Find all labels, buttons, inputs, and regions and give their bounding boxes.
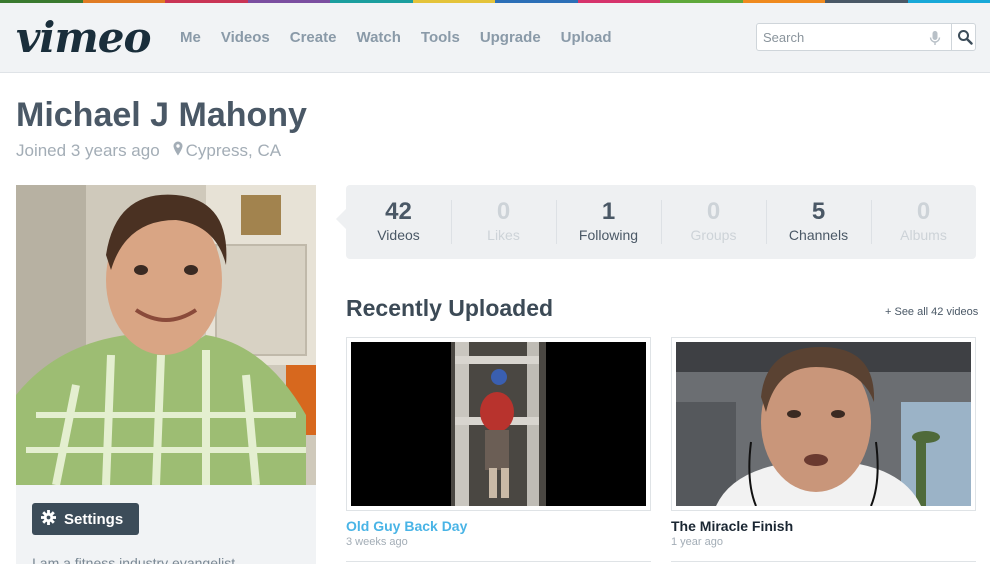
nav-item-watch[interactable]: Watch	[356, 27, 400, 49]
video-title[interactable]: Old Guy Back Day	[346, 517, 651, 535]
stat-label: Albums	[900, 227, 947, 243]
stat-label: Likes	[487, 227, 520, 243]
video-date: 1 year ago	[671, 536, 723, 548]
search-input[interactable]	[763, 28, 923, 46]
settings-button[interactable]: Settings	[32, 503, 139, 535]
main-nav: Me Videos Create Watch Tools Upgrade Upl…	[170, 27, 622, 49]
video-thumbnail-frame[interactable]	[346, 337, 651, 511]
stat-albums: 0 Albums	[871, 185, 976, 259]
stat-following[interactable]: 1 Following	[556, 185, 661, 259]
search-button[interactable]	[951, 24, 976, 50]
video-thumbnail-frame[interactable]	[671, 337, 976, 511]
video-date: 3 weeks ago	[346, 536, 408, 548]
stat-count: 0	[496, 198, 511, 225]
gear-icon	[41, 509, 56, 529]
video-thumbnail[interactable]	[351, 342, 646, 506]
stat-groups: 0 Groups	[661, 185, 766, 259]
stat-count: 42	[385, 198, 412, 225]
profile-bio: I am a fitness industry evangelist	[32, 555, 236, 564]
avatar[interactable]	[16, 185, 316, 485]
video-card[interactable]: The Miracle Finish 1 year ago	[671, 337, 976, 549]
magnifier-icon	[958, 30, 973, 45]
stat-likes: 0 Likes	[451, 185, 556, 259]
nav-item-upload[interactable]: Upload	[561, 27, 612, 49]
stat-count: 1	[601, 198, 616, 225]
stat-label: Channels	[788, 227, 849, 243]
joined-text: Joined 3 years ago	[16, 141, 160, 160]
location-pin-icon	[173, 140, 183, 162]
video-title[interactable]: The Miracle Finish	[671, 517, 976, 535]
see-all-videos-link[interactable]: + See all 42 videos	[885, 305, 978, 319]
stat-channels[interactable]: 5 Channels	[766, 185, 871, 259]
stat-count: 0	[706, 198, 721, 225]
nav-item-create[interactable]: Create	[290, 27, 337, 49]
profile-sidebar-panel: Settings I am a fitness industry evangel…	[16, 485, 316, 564]
stat-label: Groups	[690, 227, 737, 243]
search-box	[756, 23, 976, 51]
nav-item-me[interactable]: Me	[180, 27, 201, 49]
top-navigation-bar: vimeo Me Videos Create Watch Tools Upgra…	[0, 3, 990, 73]
stat-count: 5	[811, 198, 826, 225]
video-card[interactable]: Old Guy Back Day 3 weeks ago	[346, 337, 651, 549]
section-title-recently-uploaded: Recently Uploaded	[346, 295, 554, 321]
nav-item-tools[interactable]: Tools	[421, 27, 460, 49]
stat-count: 0	[916, 198, 931, 225]
location-text[interactable]: Cypress, CA	[186, 140, 281, 162]
profile-name: Michael J Mahony	[16, 96, 307, 134]
vimeo-logo[interactable]: vimeo	[16, 13, 152, 63]
stat-label: Following	[578, 227, 639, 243]
nav-item-upgrade[interactable]: Upgrade	[480, 27, 541, 49]
nav-item-videos[interactable]: Videos	[221, 27, 270, 49]
profile-meta: Joined 3 years ago Cypress, CA	[16, 140, 281, 162]
stat-label: Videos	[377, 227, 420, 243]
video-thumbnail[interactable]	[676, 342, 971, 506]
microphone-icon[interactable]	[928, 30, 942, 46]
profile-stats-bar: 42 Videos 0 Likes 1 Following 0 Groups 5…	[336, 185, 976, 259]
settings-label: Settings	[64, 510, 124, 528]
stat-videos[interactable]: 42 Videos	[346, 185, 451, 259]
